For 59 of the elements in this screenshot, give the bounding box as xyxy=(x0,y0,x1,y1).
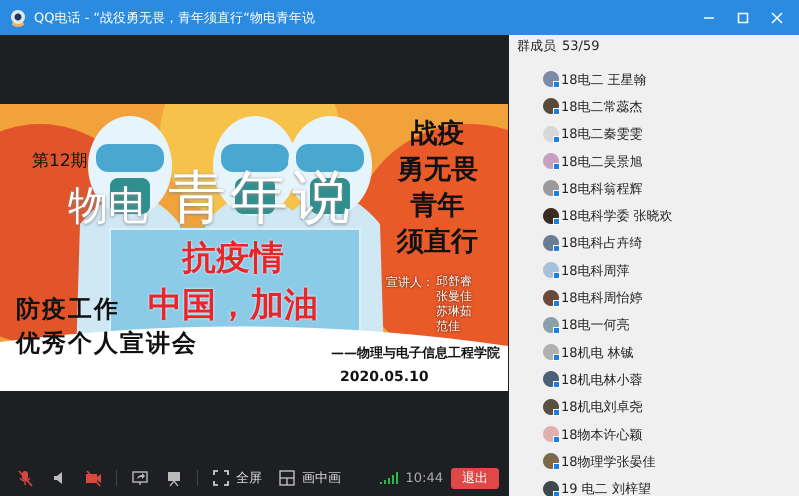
member-item[interactable]: 18电科学委 张晓欢 xyxy=(543,205,799,227)
close-icon[interactable] xyxy=(771,12,783,24)
board-text: 中国，加油 xyxy=(148,287,318,325)
slide-date: 2020.05.10 xyxy=(340,370,429,386)
avatar-icon xyxy=(543,480,560,496)
member-item[interactable]: 18电二常蕊杰 xyxy=(543,96,799,118)
pip-button[interactable]: 画中画 xyxy=(272,465,347,491)
issue-label: 第12期 xyxy=(32,152,88,171)
speaker-name: 邱舒睿 xyxy=(436,274,472,289)
avatar-icon xyxy=(543,126,560,143)
avatar-icon xyxy=(543,153,560,170)
slogan-line: 须直行 xyxy=(397,226,478,258)
member-item[interactable]: 18电科翁程辉 xyxy=(543,178,799,200)
members-count: 53/59 xyxy=(562,38,600,54)
avatar-icon xyxy=(543,234,560,252)
organizer-text: ——物理与电子信息工程学院 xyxy=(331,347,500,362)
avatar-icon xyxy=(543,344,560,362)
avatar-icon xyxy=(543,316,560,334)
member-item[interactable]: 18电科周怡婷 xyxy=(543,287,799,309)
picture-in-picture-icon xyxy=(278,469,296,487)
exit-button[interactable]: 退出 xyxy=(451,468,499,488)
member-item[interactable]: 18物本许心颖 xyxy=(543,424,799,446)
member-item[interactable]: 18电一何亮 xyxy=(543,314,799,336)
call-duration: 10:44 xyxy=(406,470,443,486)
member-item[interactable]: 18电科周萍 xyxy=(543,260,799,282)
members-title: 群成员 xyxy=(517,38,556,55)
slogan-line: 勇无畏 xyxy=(397,154,478,186)
member-item[interactable]: 19 电二 刘梓望 xyxy=(543,478,799,496)
member-item[interactable]: 18电二 王星翰 xyxy=(543,69,799,90)
speaker-name: 范佳 xyxy=(436,319,461,334)
board-text: 抗疫情 xyxy=(182,240,284,278)
fullscreen-icon xyxy=(212,469,230,487)
member-item[interactable]: 18电二吴景旭 xyxy=(543,150,799,172)
avatar-icon xyxy=(543,371,560,388)
fullscreen-button[interactable]: 全屏 xyxy=(206,465,268,491)
slogan-line: 战疫 xyxy=(410,118,464,150)
avatar-icon xyxy=(543,262,560,280)
avatar-icon xyxy=(543,180,560,198)
avatar-icon xyxy=(543,290,560,307)
signal-icon xyxy=(380,472,398,484)
member-item[interactable]: 18物理学张晏佳 xyxy=(543,451,799,472)
window-title: QQ电话 - “战役勇无畏，青年须直行“物电青年说 xyxy=(34,10,315,26)
member-item[interactable]: 18机电 林铖 xyxy=(543,342,799,364)
avatar-icon xyxy=(543,208,560,225)
maximize-icon[interactable] xyxy=(737,12,749,24)
speaker-name: 张曼佳 xyxy=(436,289,472,304)
speakers-label: 宣讲人： xyxy=(386,274,434,291)
member-item[interactable]: 18机电林小蓉 xyxy=(543,369,799,391)
member-item[interactable]: 18电二秦雯雯 xyxy=(543,124,799,145)
avatar-icon xyxy=(543,71,560,88)
member-item[interactable]: 18电科占卉绮 xyxy=(543,232,799,254)
avatar-icon xyxy=(543,453,560,470)
member-item[interactable]: 18机电刘卓尧 xyxy=(543,396,799,418)
avatar-icon xyxy=(543,426,560,443)
camera-app-icon xyxy=(8,8,28,28)
slogan-line: 青年 xyxy=(410,190,464,222)
avatar-icon xyxy=(543,398,560,416)
speaker-name: 苏琳茹 xyxy=(436,304,472,319)
avatar-icon xyxy=(543,98,560,116)
